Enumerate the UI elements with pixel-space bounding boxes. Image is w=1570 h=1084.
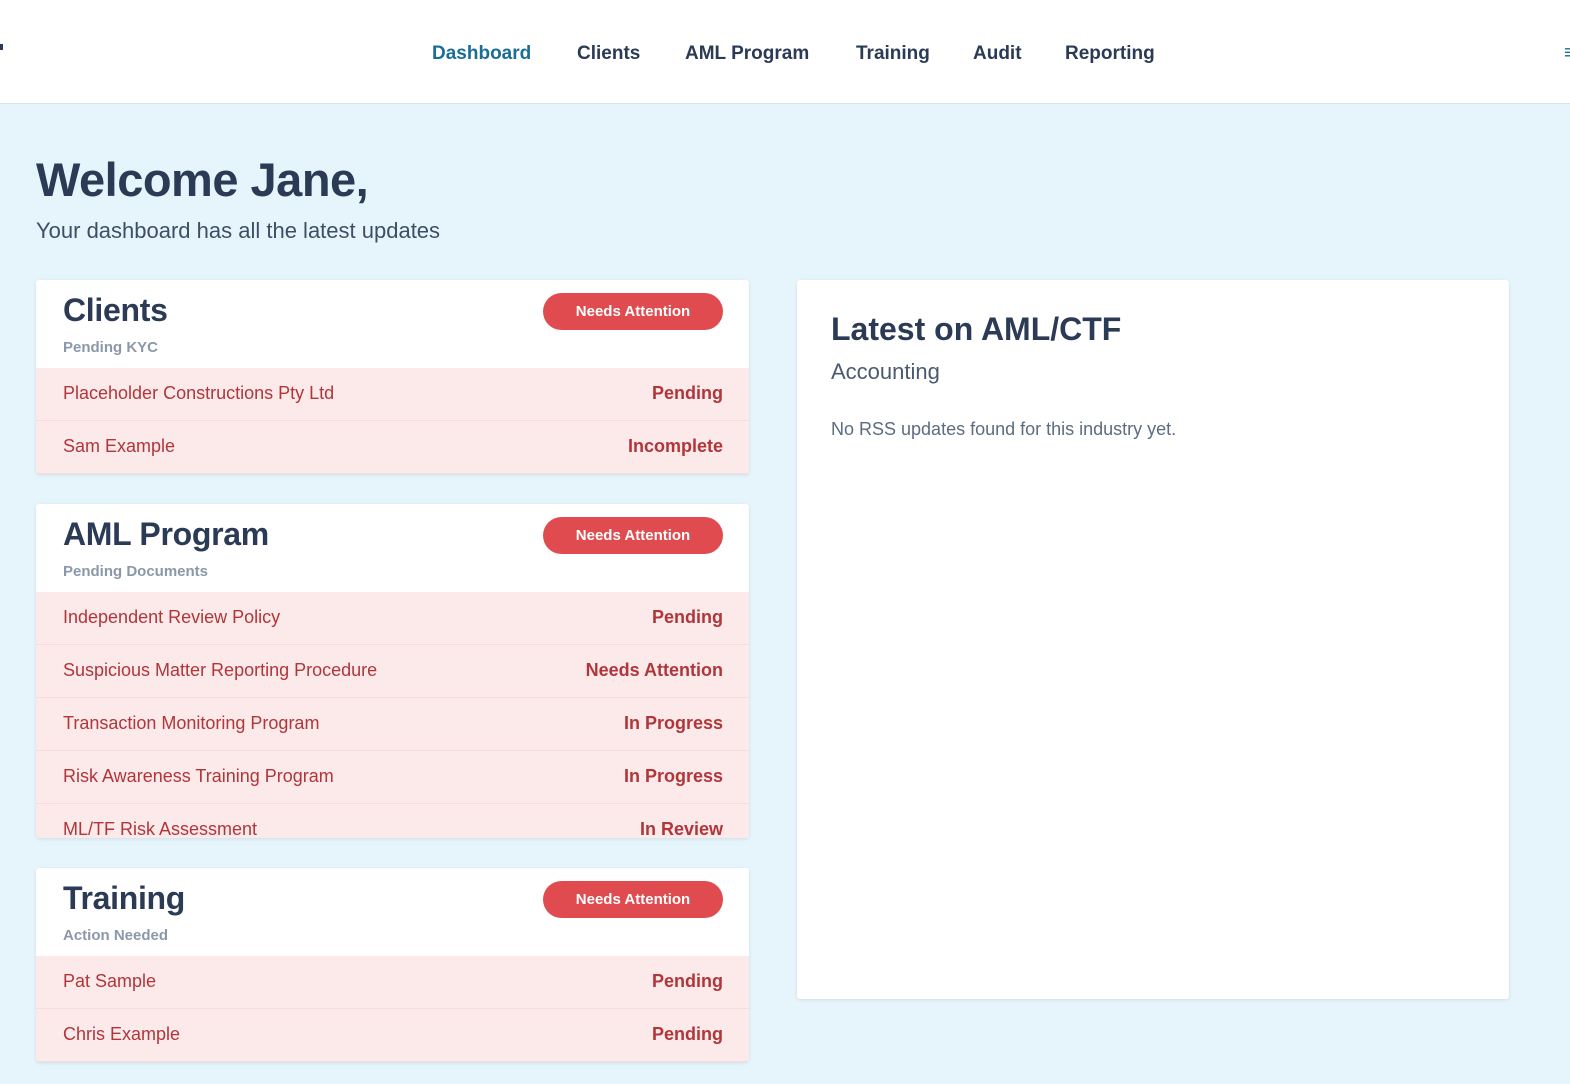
item-label: Transaction Monitoring Program <box>63 713 320 733</box>
nav-dashboard[interactable]: Dashboard <box>432 42 531 66</box>
nav-clients[interactable]: Clients <box>577 42 640 66</box>
card-title[interactable]: Clients <box>63 292 168 329</box>
card-header: Clients Pending KYC Needs Attention <box>36 280 749 368</box>
clients-card: Clients Pending KYC Needs Attention Plac… <box>36 280 749 474</box>
item-status: Pending <box>652 971 723 991</box>
item-label: Sam Example <box>63 436 176 456</box>
item-label: ML/TF Risk Assessment <box>63 819 258 838</box>
list-item[interactable]: Placeholder Constructions Pty Ltd Pendin… <box>36 368 749 421</box>
card-subtitle: Pending Documents <box>63 563 209 580</box>
needs-attention-badge[interactable]: Needs Attention <box>543 881 723 918</box>
news-industry: Accounting <box>831 359 940 384</box>
list-item[interactable]: Sam Example Incomplete <box>36 421 749 474</box>
needs-attention-badge[interactable]: Needs Attention <box>543 293 723 330</box>
nav-training[interactable]: Training <box>856 42 930 66</box>
nav-reporting[interactable]: Reporting <box>1065 42 1155 66</box>
training-card: Training Action Needed Needs Attention P… <box>36 868 749 1062</box>
card-subtitle: Action Needed <box>63 927 169 944</box>
list-item[interactable]: Independent Review Policy Pending <box>36 592 749 645</box>
aml-program-card: AML Program Pending Documents Needs Atte… <box>36 504 749 838</box>
welcome-subtitle: Your dashboard has all the latest update… <box>36 218 441 243</box>
item-status: Pending <box>652 1024 723 1044</box>
item-status: In Review <box>639 819 723 838</box>
item-label: Suspicious Matter Reporting Procedure <box>63 660 378 680</box>
nav-aml-program[interactable]: AML Program <box>685 42 809 66</box>
item-label: Placeholder Constructions Pty Ltd <box>63 383 335 403</box>
news-title: Latest on AML/CTF <box>831 311 1122 347</box>
list-item[interactable]: Pat Sample Pending <box>36 956 749 1009</box>
aml-news-panel: Latest on AML/CTF Accounting No RSS upda… <box>797 280 1509 999</box>
top-navigation-bar: Dashboard Clients AML Program Training A… <box>0 0 1570 104</box>
list-item[interactable]: Chris Example Pending <box>36 1009 749 1062</box>
nav-audit[interactable]: Audit <box>973 42 1022 66</box>
card-title[interactable]: AML Program <box>63 516 269 553</box>
item-label: Risk Awareness Training Program <box>63 766 334 786</box>
list-item[interactable]: Suspicious Matter Reporting Procedure Ne… <box>36 645 749 698</box>
news-empty-message: No RSS updates found for this industry y… <box>831 419 1177 439</box>
list-item[interactable]: Risk Awareness Training Program In Progr… <box>36 751 749 804</box>
item-status: Pending <box>652 607 723 627</box>
item-status: In Progress <box>623 766 723 786</box>
item-status: Incomplete <box>627 436 723 456</box>
item-label: Chris Example <box>63 1024 181 1044</box>
main-nav: Dashboard Clients AML Program Training A… <box>0 0 1570 104</box>
card-header: AML Program Pending Documents Needs Atte… <box>36 504 749 592</box>
item-status: Pending <box>652 383 723 403</box>
card-subtitle: Pending KYC <box>63 339 159 356</box>
user-menu-icon[interactable]: ≡ <box>1564 42 1570 64</box>
item-status: In Progress <box>623 713 723 733</box>
list-item[interactable]: Transaction Monitoring Program In Progre… <box>36 698 749 751</box>
item-label: Independent Review Policy <box>63 607 281 627</box>
list-item[interactable]: ML/TF Risk Assessment In Review <box>36 804 749 838</box>
card-title[interactable]: Training <box>63 880 185 917</box>
card-header: Training Action Needed Needs Attention <box>36 868 749 956</box>
needs-attention-badge[interactable]: Needs Attention <box>543 517 723 554</box>
item-status: Needs Attention <box>585 660 723 680</box>
welcome-heading: Welcome Jane, <box>36 153 369 206</box>
item-label: Pat Sample <box>63 971 157 991</box>
